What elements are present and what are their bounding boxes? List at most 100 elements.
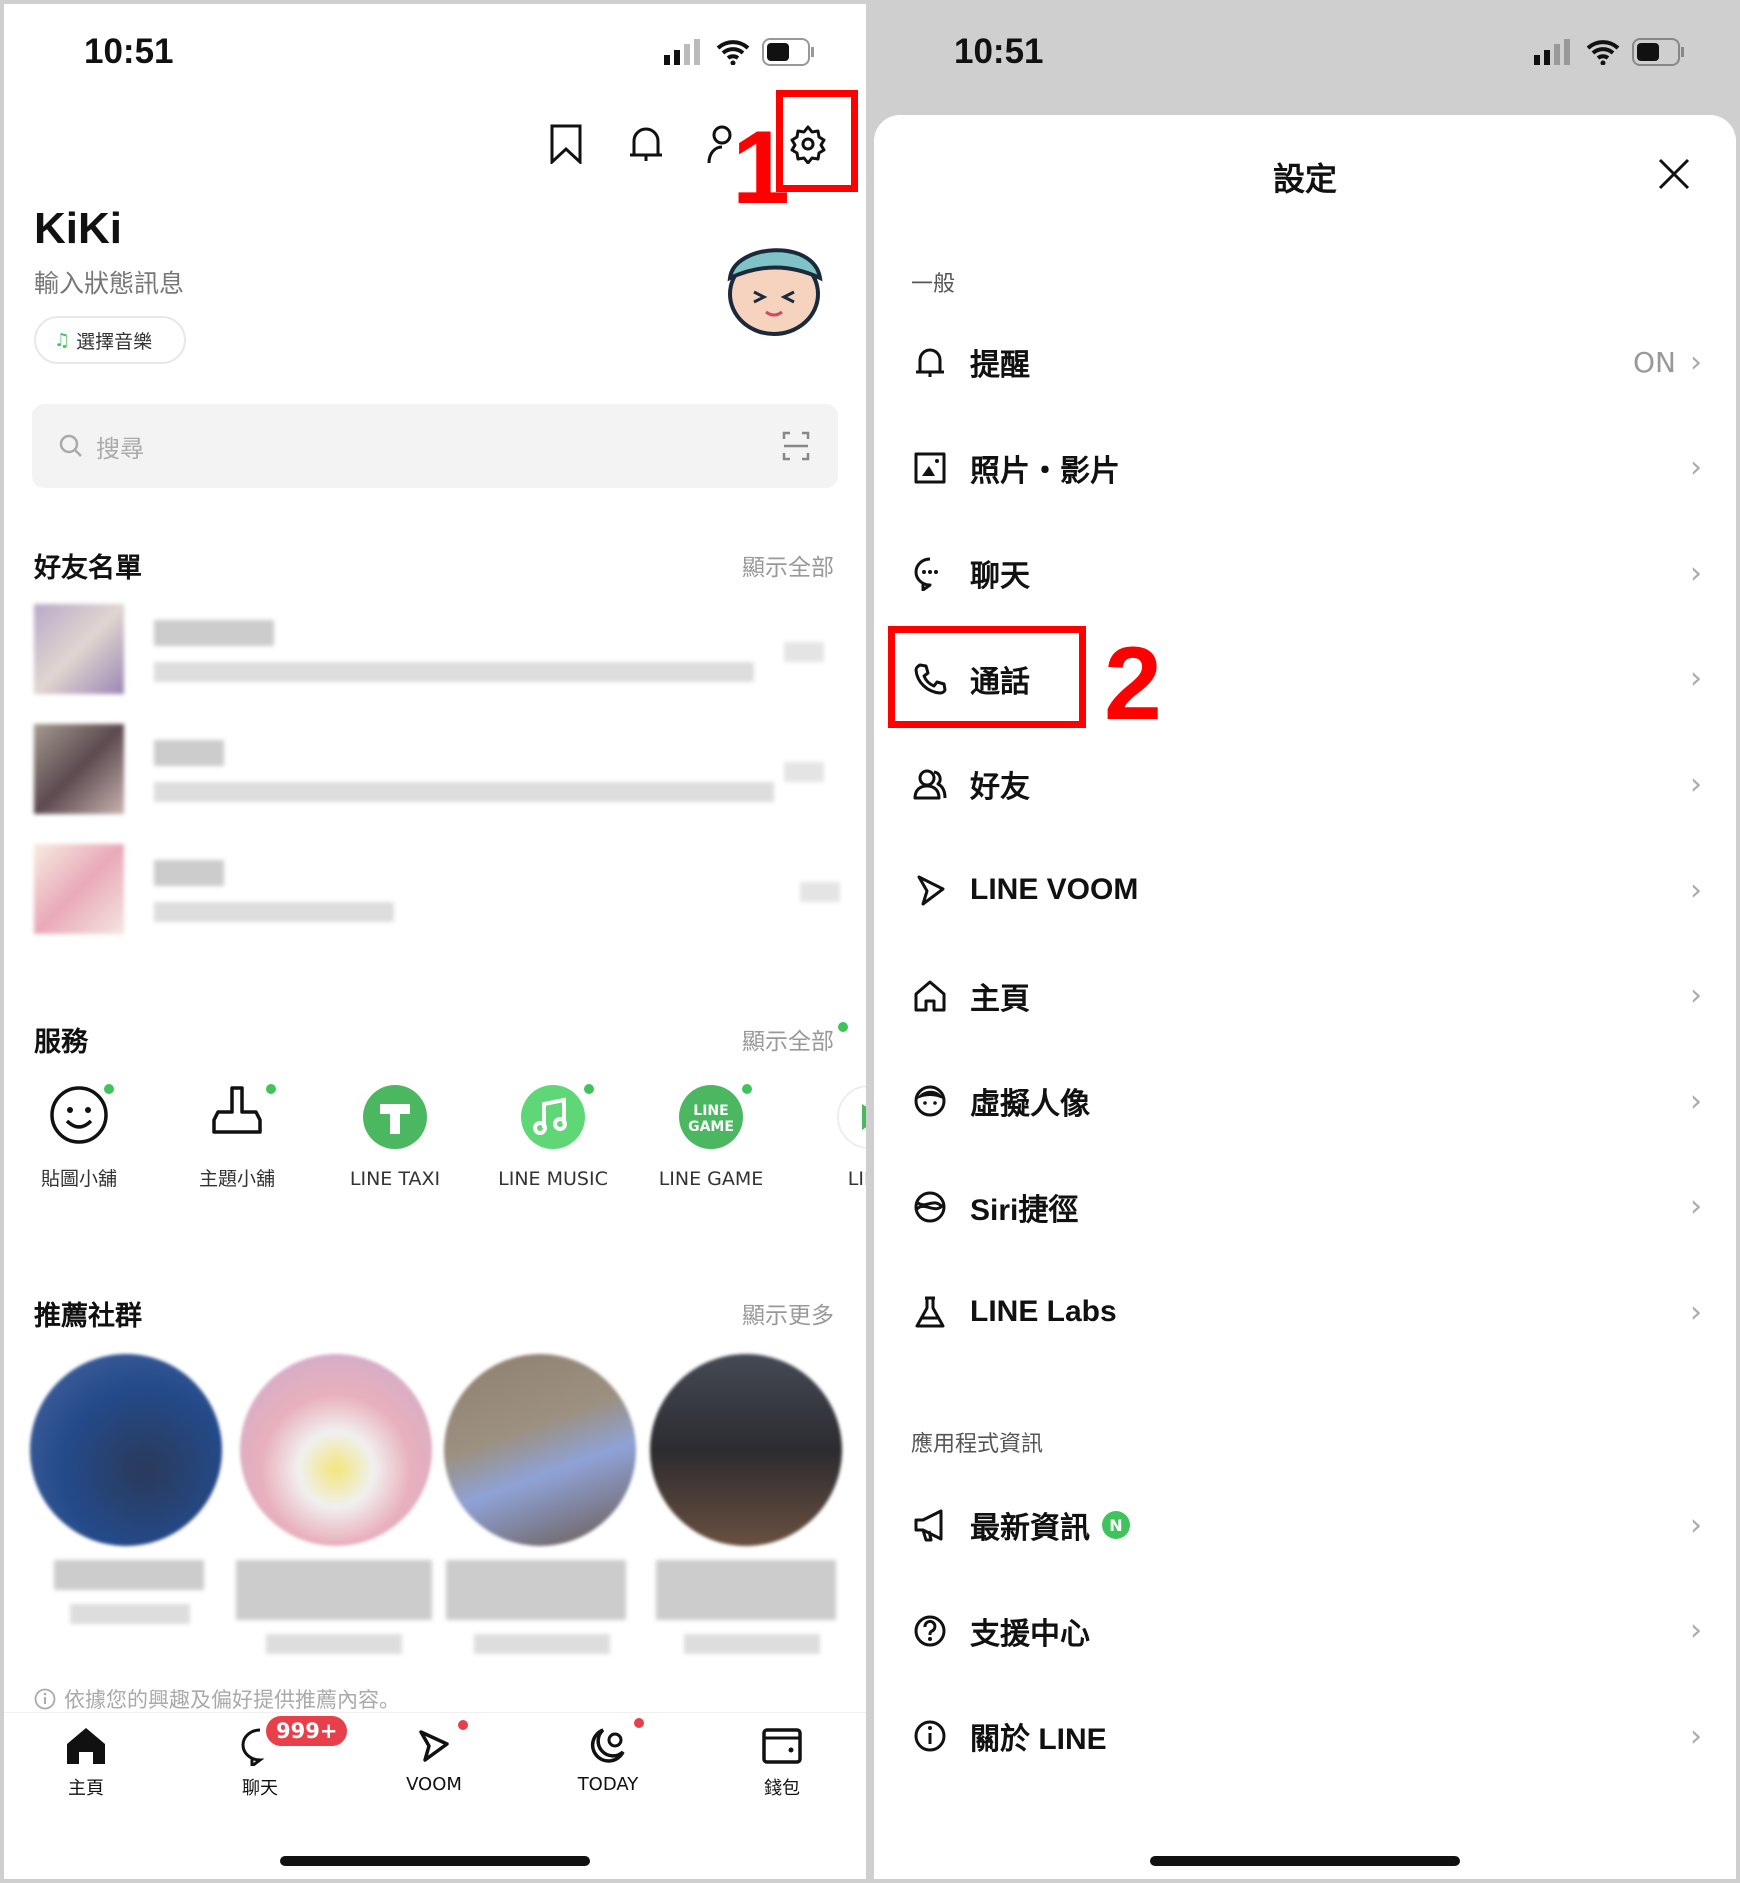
community-name-redacted — [236, 1560, 432, 1620]
voom-icon — [908, 872, 952, 908]
chevron-right-icon: › — [1690, 1718, 1702, 1754]
status-icons — [1534, 38, 1686, 66]
chevron-right-icon: › — [1690, 450, 1702, 486]
home-icon — [67, 1728, 105, 1764]
settings-item-friends[interactable]: 好友 › — [874, 734, 1736, 834]
community-thumbnail[interactable] — [444, 1354, 636, 1546]
select-music-button[interactable]: ♫ 選擇音樂 — [34, 316, 186, 364]
service-line-more[interactable]: LINE — [794, 1084, 866, 1190]
service-label: LINE — [847, 1168, 866, 1190]
chevron-right-icon: › — [1690, 661, 1702, 697]
line-home-screen: 10:51 1 KiKi 輸入狀態訊息 ♫ 選擇音樂 搜尋 好友名單 顯示全部 — [4, 4, 866, 1879]
nav-home[interactable]: 主頁 — [26, 1726, 146, 1800]
brush-icon — [212, 1086, 262, 1134]
recommendation-note: 依據您的興趣及偏好提供推薦內容。 — [34, 1684, 400, 1714]
settings-item-megaphone[interactable]: 最新資訊 N › — [874, 1475, 1736, 1575]
close-button[interactable] — [1652, 152, 1696, 196]
nav-voom[interactable]: VOOM — [374, 1720, 494, 1795]
friend-name-redacted — [154, 620, 274, 646]
music-note-icon: ♫ — [54, 329, 71, 351]
flask-icon — [908, 1294, 952, 1330]
status-time: 10:51 — [954, 32, 1044, 71]
nav-today[interactable]: TODAY — [548, 1718, 668, 1795]
nav-label: 錢包 — [764, 1778, 800, 1799]
services-show-all-link[interactable]: 顯示全部 — [742, 1022, 834, 1056]
friend-message-redacted — [154, 662, 754, 682]
home-indicator — [280, 1856, 590, 1866]
settings-item-help[interactable]: 支援中心 › — [874, 1581, 1736, 1681]
wifi-icon — [1586, 40, 1620, 65]
service-label: 貼圖小舖 — [40, 1168, 117, 1190]
battery-icon — [762, 38, 814, 66]
service-sticker-shop[interactable]: 貼圖小舖 — [4, 1084, 154, 1191]
settings-item-info[interactable]: 關於 LINE › — [874, 1686, 1736, 1786]
unread-badge: 999+ — [266, 1716, 348, 1746]
chat-icon — [908, 555, 952, 592]
settings-item-label: Siri捷徑 — [970, 1193, 1079, 1227]
settings-screen: 10:51 設定 一般 提醒 ON › 照片・影片 › 聊天 › 通話 › 好友… — [874, 4, 1736, 1879]
notification-bell-icon[interactable] — [624, 122, 668, 166]
qr-scan-icon[interactable] — [782, 431, 810, 461]
nav-label: 聊天 — [242, 1778, 278, 1799]
keep-bookmark-icon[interactable] — [544, 122, 588, 166]
svg-text:GAME: GAME — [688, 1119, 734, 1135]
community-thumbnail[interactable] — [240, 1354, 432, 1546]
friend-time-redacted — [784, 642, 824, 662]
settings-item-bell[interactable]: 提醒 ON › — [874, 312, 1736, 412]
settings-item-photo[interactable]: 照片・影片 › — [874, 418, 1736, 518]
friend-time-redacted — [800, 882, 840, 902]
annotation-box-2 — [888, 626, 1086, 728]
chevron-right-icon: › — [1690, 872, 1702, 908]
friend-avatar[interactable] — [34, 604, 124, 694]
settings-item-label: LINE VOOM — [970, 873, 1139, 906]
settings-item-label: 關於 LINE — [970, 1723, 1107, 1757]
wifi-icon — [716, 40, 750, 65]
friend-message-redacted — [154, 782, 774, 802]
settings-item-home[interactable]: 主頁 › — [874, 946, 1736, 1046]
settings-item-avatar[interactable]: 虛擬人像 › — [874, 1051, 1736, 1151]
friends-show-all-link[interactable]: 顯示全部 — [742, 548, 834, 582]
nav-label: VOOM — [406, 1774, 462, 1795]
friend-message-redacted — [154, 902, 394, 922]
settings-item-label: 聊天 — [970, 560, 1030, 594]
avatar-icon — [908, 1083, 952, 1119]
status-time: 10:51 — [84, 32, 174, 71]
settings-item-chat[interactable]: 聊天 › — [874, 523, 1736, 623]
red-dot — [634, 1718, 644, 1728]
home-indicator — [1150, 1856, 1460, 1866]
chevron-right-icon: › — [1690, 766, 1702, 802]
svg-text:LINE: LINE — [693, 1103, 728, 1119]
service-line-game[interactable]: LINE GAME LINE GAME — [636, 1084, 786, 1190]
search-placeholder: 搜尋 — [96, 434, 144, 463]
friend-avatar[interactable] — [34, 844, 124, 934]
new-dot — [104, 1084, 114, 1094]
new-dot — [838, 1022, 848, 1032]
nav-wallet[interactable]: 錢包 — [722, 1726, 842, 1800]
communities-show-more-link[interactable]: 顯示更多 — [742, 1296, 834, 1330]
community-members-redacted — [70, 1604, 190, 1624]
game-icon: LINEGAME — [679, 1085, 743, 1149]
settings-item-label: 虛擬人像 — [970, 1088, 1090, 1122]
settings-title: 設定 — [1272, 160, 1337, 198]
community-thumbnail[interactable] — [650, 1354, 842, 1546]
settings-item-flask[interactable]: LINE Labs › — [874, 1262, 1736, 1362]
service-theme-shop[interactable]: 主題小舖 — [162, 1084, 312, 1191]
status-message[interactable]: 輸入狀態訊息 — [34, 264, 184, 300]
service-line-taxi[interactable]: LINE TAXI — [320, 1084, 470, 1190]
friend-avatar[interactable] — [34, 724, 124, 814]
settings-item-siri[interactable]: Siri捷徑 › — [874, 1157, 1736, 1257]
profile-avatar[interactable] — [714, 234, 838, 338]
settings-item-label: LINE Labs — [970, 1295, 1117, 1329]
settings-item-voom[interactable]: LINE VOOM › — [874, 840, 1736, 940]
nav-chats[interactable]: 聊天 999+ — [200, 1716, 348, 1800]
service-line-music[interactable]: LINE MUSIC — [478, 1084, 628, 1190]
siri-icon — [908, 1189, 952, 1225]
settings-item-label: 支援中心 — [970, 1617, 1090, 1651]
info-icon — [908, 1718, 952, 1754]
search-input[interactable]: 搜尋 — [32, 404, 838, 488]
new-badge: N — [1102, 1511, 1130, 1539]
help-icon — [908, 1613, 952, 1649]
service-label: LINE MUSIC — [498, 1168, 608, 1190]
community-thumbnail[interactable] — [30, 1354, 222, 1546]
communities-section-title: 推薦社群 — [34, 1301, 142, 1332]
